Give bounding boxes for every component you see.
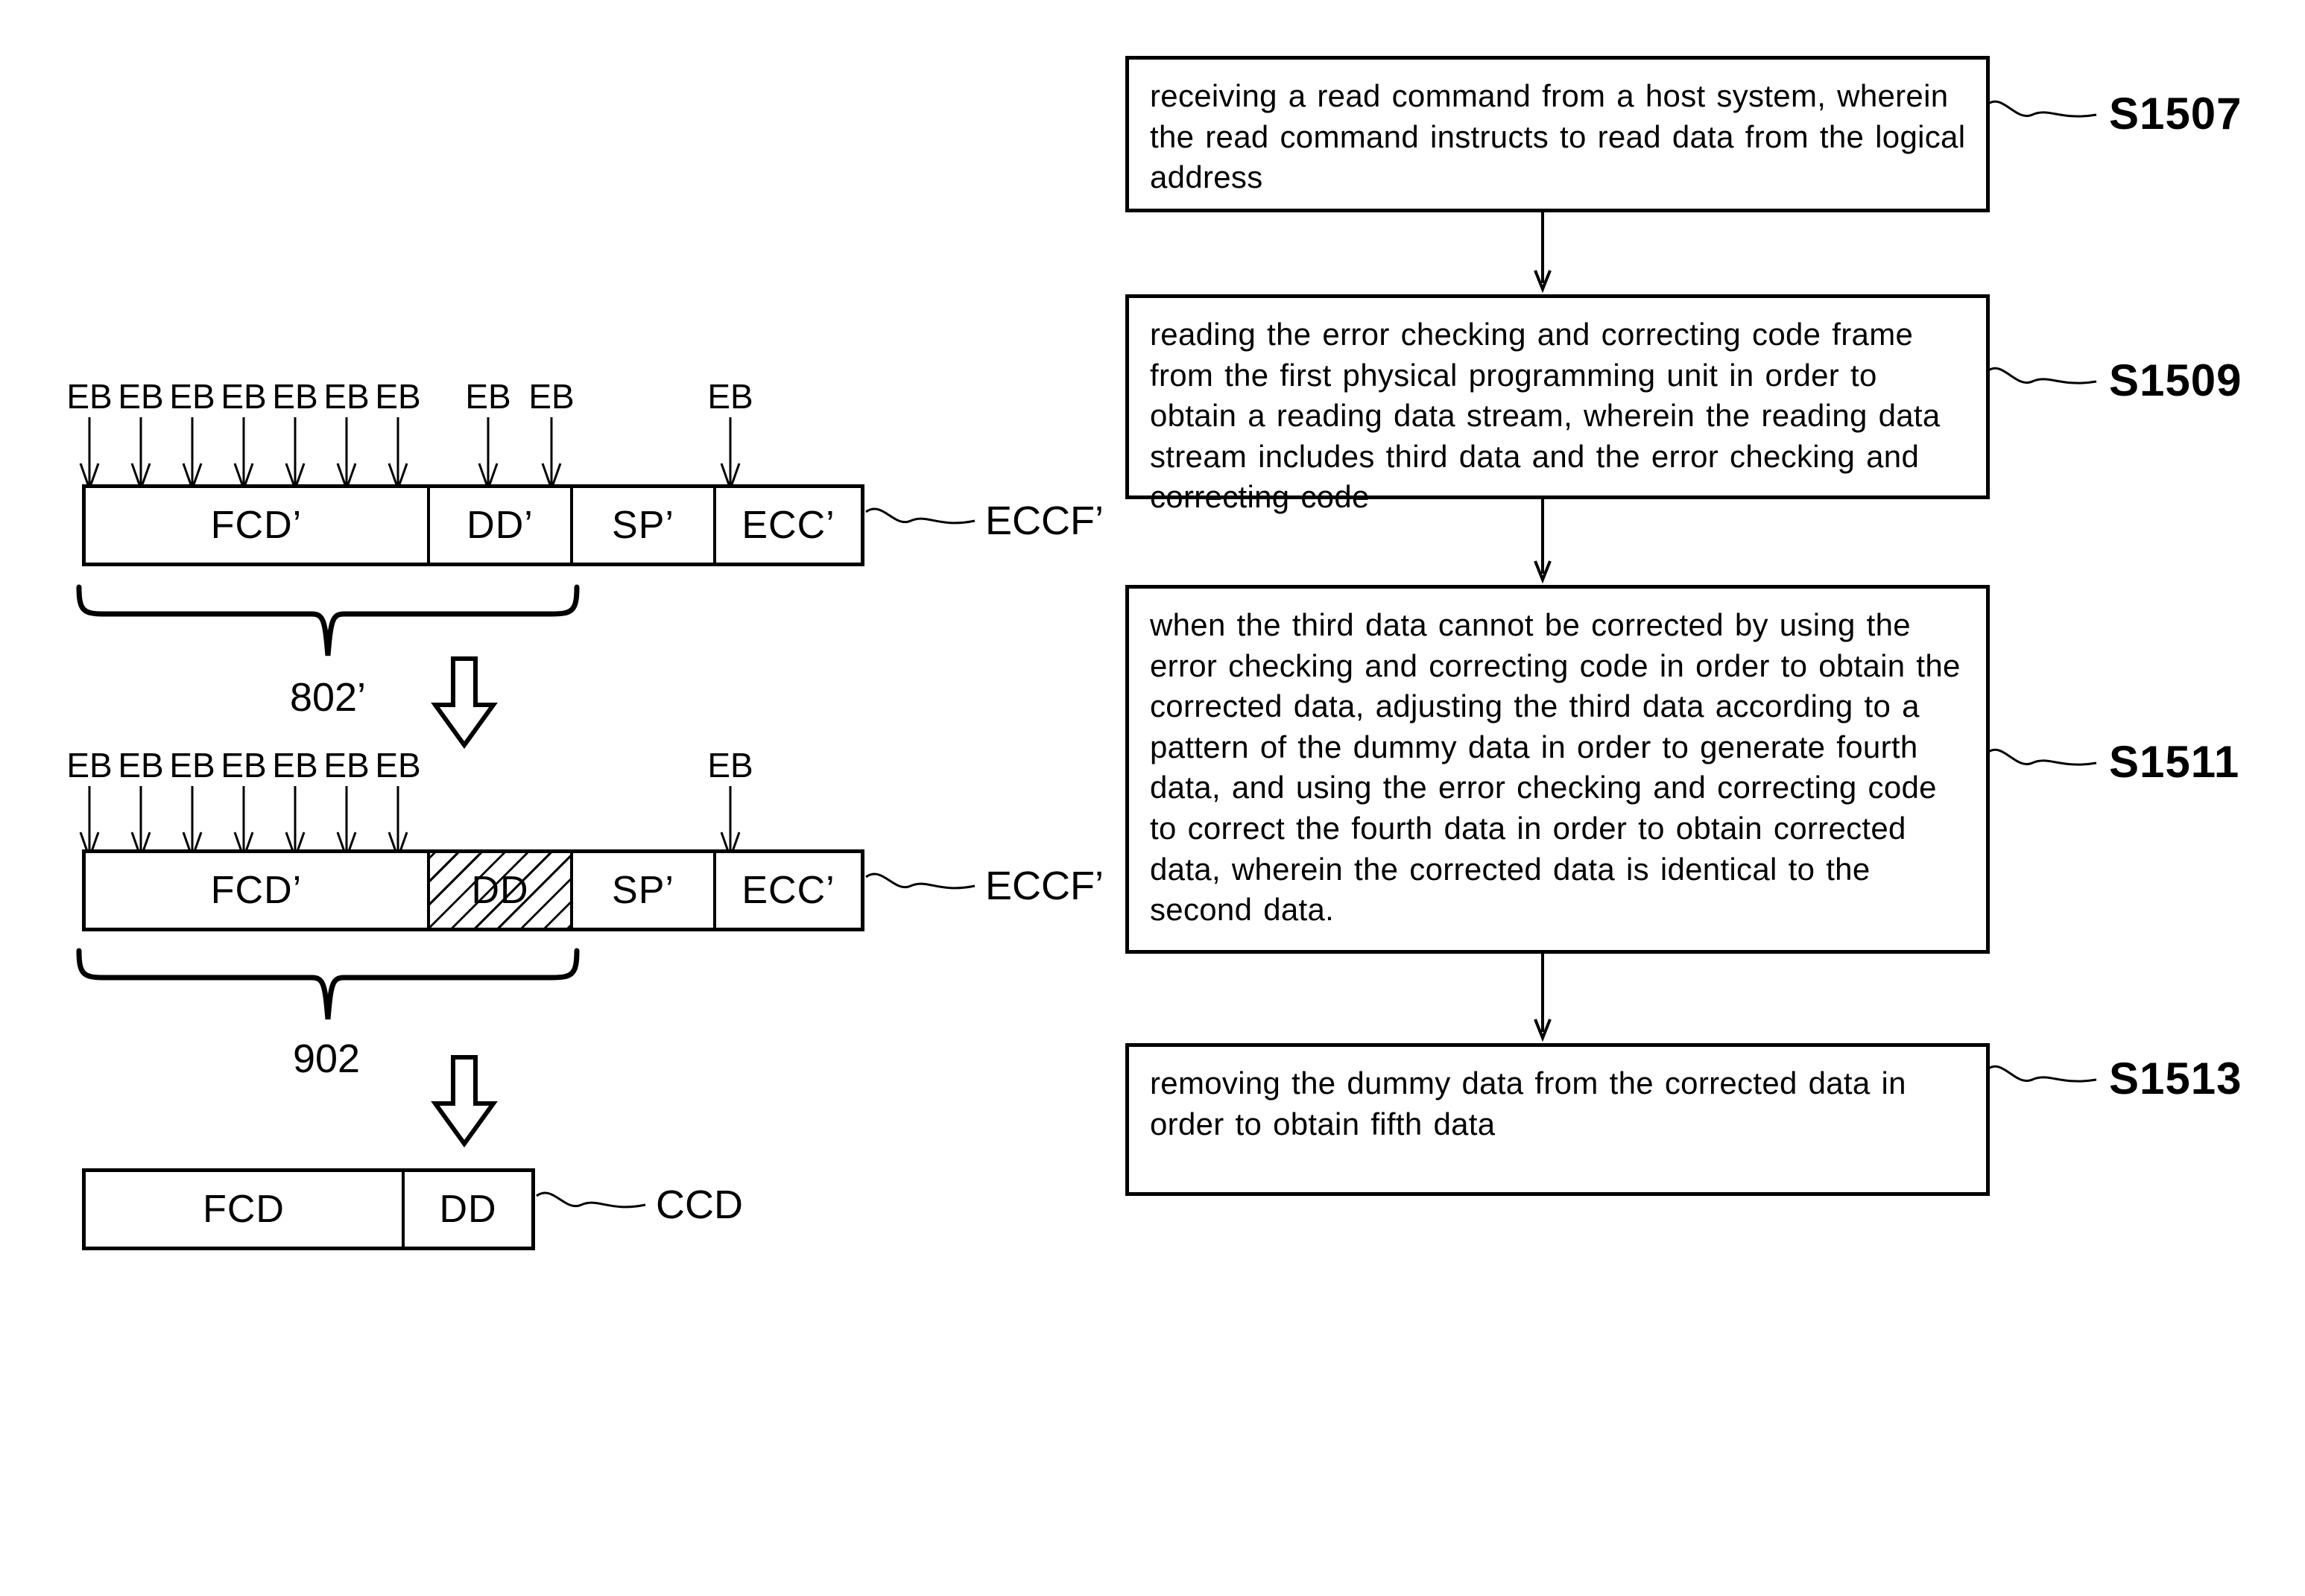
error-bit-arrows-group-1	[79, 417, 741, 492]
flow-step-text: when the third data cannot be corrected …	[1150, 607, 1961, 928]
segment-label: SP’	[612, 869, 674, 912]
error-bit-label: EB	[465, 377, 511, 416]
segment-label: SP’	[612, 504, 674, 547]
error-bit-label: EB	[66, 746, 113, 785]
ecc-frame-label: ECCF’	[985, 498, 1104, 543]
corrected-data-label: CCD	[656, 1182, 743, 1227]
flow-step-box-s1507[interactable]: receiving a read command from a host sys…	[1125, 56, 1990, 212]
read-method-flowchart: receiving a read command from a host sys…	[1088, 0, 2305, 1596]
frame-segment-fcd: FCD’	[86, 853, 430, 928]
flow-step-id-s1513: S1513	[2109, 1054, 2242, 1103]
ecc-frame-before-box: FCD’ DD’ SP’ ECC’	[82, 484, 864, 566]
frame-segment-ecc: ECC’	[716, 488, 861, 563]
step-leader-line	[1987, 1065, 2097, 1083]
error-bit-label: EB	[323, 377, 370, 416]
error-bit-label: EB	[375, 746, 421, 785]
error-bit-label: EB	[272, 377, 318, 416]
frame-segment-fcd: FCD	[86, 1172, 405, 1247]
step-leader-line	[1987, 748, 2097, 766]
brace-802	[76, 584, 580, 656]
error-bit-label: EB	[221, 377, 267, 416]
flow-step-text: removing the dummy data from the correct…	[1150, 1065, 1906, 1141]
error-bit-label: EB	[221, 746, 267, 785]
flow-connector-1	[1534, 212, 1552, 294]
error-bit-label: EB	[375, 377, 421, 416]
error-bit-label: EB	[169, 377, 215, 416]
frame-segment-dd: DD’	[430, 488, 573, 563]
frame-segment-sp: SP’	[573, 488, 716, 563]
eccf-leader-line	[865, 507, 976, 525]
frame-segment-ecc: ECC’	[716, 853, 861, 928]
segment-label: DD’	[467, 504, 534, 547]
segment-label: ECC’	[742, 504, 835, 547]
error-bit-label: EB	[66, 377, 113, 416]
flow-step-text: reading the error checking and correctin…	[1150, 317, 1941, 515]
flow-step-id-s1511: S1511	[2109, 737, 2240, 787]
frame-segment-dd-hatched: DD	[430, 853, 573, 928]
segment-label: FCD’	[210, 504, 303, 547]
frame-segment-sp: SP’	[573, 853, 716, 928]
flow-down-arrow-2	[431, 1055, 498, 1147]
error-bit-label: EB	[169, 746, 215, 785]
flow-step-box-s1509[interactable]: reading the error checking and correctin…	[1125, 294, 1990, 514]
segment-label: ECC’	[742, 869, 835, 912]
error-bit-label: EB	[118, 377, 164, 416]
reference-number-802: 802’	[289, 675, 367, 720]
flow-step-id-s1507: S1507	[2109, 89, 2242, 139]
error-bit-label: EB	[118, 746, 164, 785]
flow-connector-3	[1534, 954, 1552, 1042]
error-bit-label: EB	[707, 746, 753, 785]
reference-number-902: 902	[292, 1036, 361, 1081]
flow-step-text: receiving a read command from a host sys…	[1150, 78, 1966, 195]
step-leader-line	[1987, 367, 2097, 384]
ecc-frame-after-box: FCD’ DD SP’ ECC’	[82, 849, 864, 931]
step-leader-line	[1987, 100, 2097, 118]
flow-step-id-s1509: S1509	[2109, 355, 2242, 405]
corrected-data-box: FCD DD	[82, 1168, 535, 1250]
segment-label: FCD’	[210, 869, 303, 912]
error-bit-label: EB	[528, 377, 575, 416]
ccd-leader-line	[536, 1191, 646, 1209]
ecc-frame-label: ECCF’	[985, 864, 1104, 908]
eccf-leader-line	[865, 873, 976, 890]
segment-label: DD	[471, 869, 529, 912]
segment-label: DD	[439, 1188, 497, 1231]
error-bit-label: EB	[323, 746, 370, 785]
frame-segment-dd: DD	[405, 1172, 531, 1247]
frame-segment-fcd: FCD’	[86, 488, 430, 563]
flow-step-box-s1511[interactable]: when the third data cannot be corrected …	[1125, 585, 1990, 954]
flow-down-arrow-1	[431, 656, 498, 749]
brace-902	[76, 948, 580, 1020]
data-frame-diagrams: EB EB EB EB EB EB EB EB EB EB FCD’ DD’ S…	[0, 0, 1104, 1596]
flow-step-box-s1513[interactable]: removing the dummy data from the correct…	[1125, 1043, 1990, 1196]
error-bit-label: EB	[707, 377, 753, 416]
segment-label: FCD	[203, 1188, 285, 1231]
flow-connector-2	[1534, 499, 1552, 584]
error-bit-label: EB	[272, 746, 318, 785]
